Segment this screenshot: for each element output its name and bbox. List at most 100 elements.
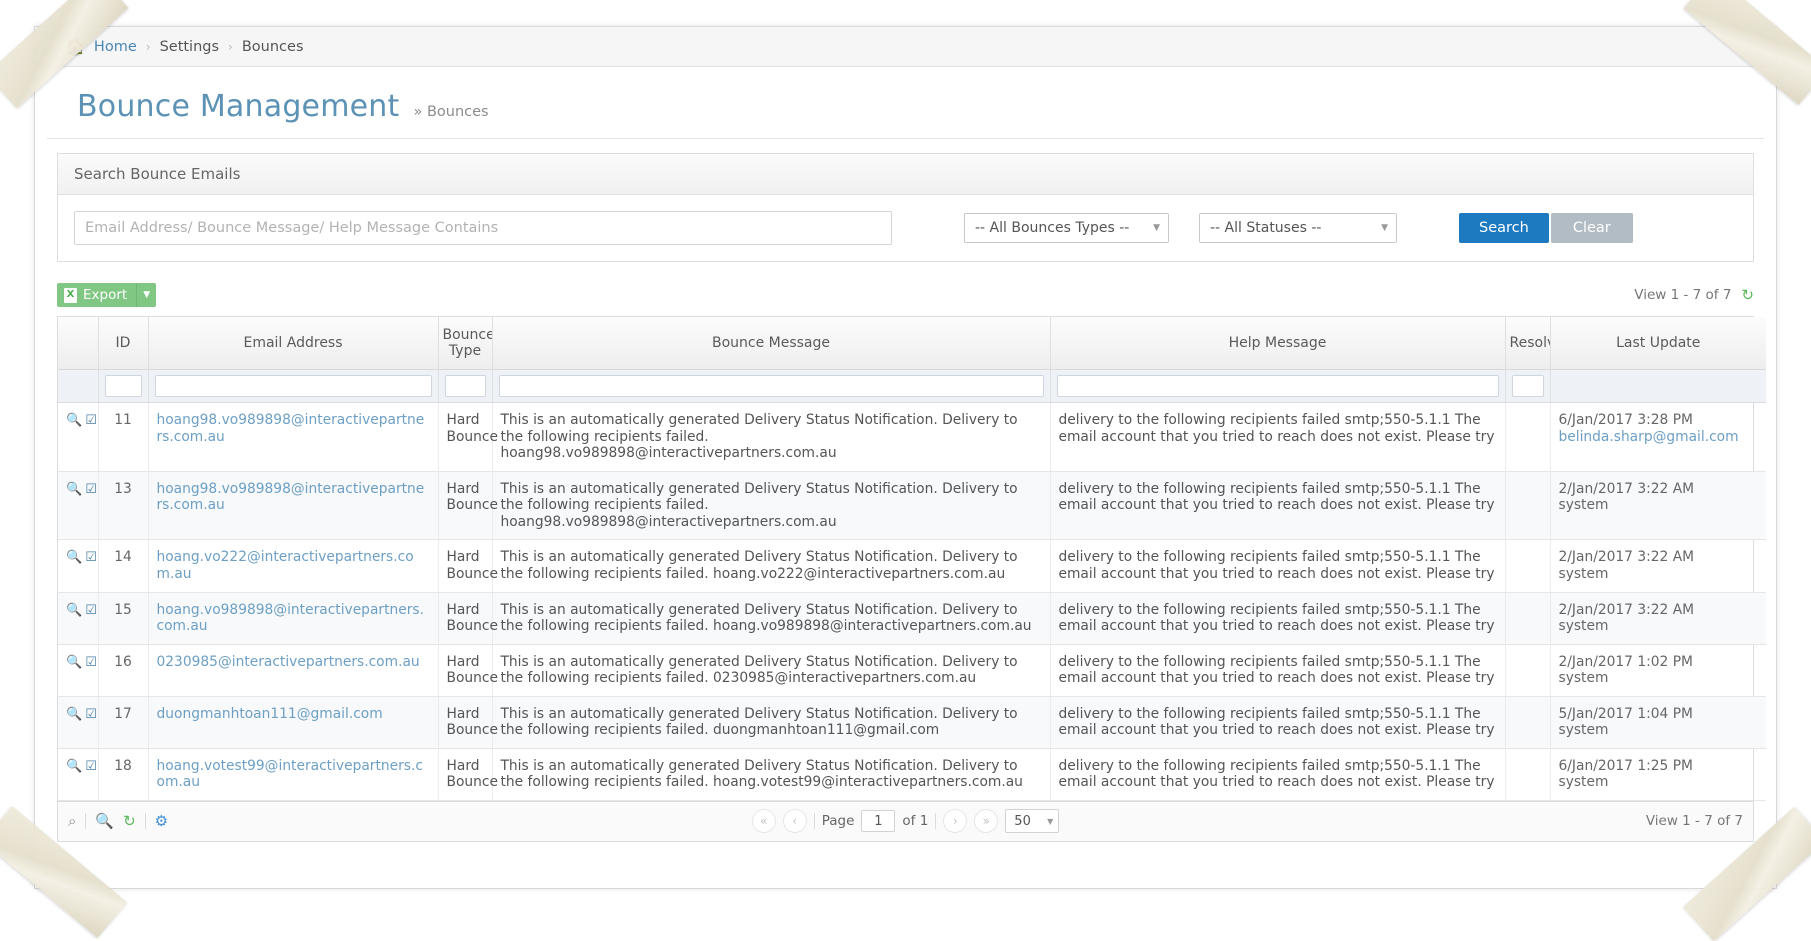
check-square-icon[interactable]: ☑ (85, 707, 97, 722)
bounce-grid: ID Email Address BounceType Bounce Messa… (57, 316, 1754, 802)
col-bounce-message[interactable]: Bounce Message (492, 317, 1050, 370)
export-button-main[interactable]: X Export (57, 283, 136, 307)
row-email-cell: hoang.vo989898@interactivepartners.com.a… (148, 592, 438, 644)
export-dropdown-caret-icon[interactable]: ▼ (136, 283, 156, 307)
table-row[interactable]: 🔍☑13 hoang98.vo989898@interactivepartners… (58, 471, 1766, 540)
page-prev-button[interactable]: ‹ (783, 809, 807, 833)
table-row[interactable]: 🔍☑14hoang.vo222@interactivepartners.com.… (58, 540, 1766, 592)
table-row[interactable]: 🔍☑18 hoang.votest99@interactivepartners.c… (58, 748, 1766, 800)
page-next-button[interactable]: › (943, 809, 967, 833)
magnifier-icon[interactable]: 🔍 (66, 707, 82, 722)
check-square-icon[interactable]: ☑ (85, 550, 97, 565)
filter-input-type[interactable] (445, 375, 486, 397)
col-email-address[interactable]: Email Address (148, 317, 438, 370)
bounce-type-select[interactable]: -- All Bounces Types -- ▼ (964, 213, 1169, 243)
row-id: 13 (98, 471, 148, 540)
last-update-date: 6/Jan/2017 1:25 PM (1559, 758, 1759, 775)
search-input[interactable] (74, 211, 892, 245)
table-row[interactable]: 🔍☑160230985@interactivepartners.com.auHa… (58, 644, 1766, 696)
search-panel-heading: Search Bounce Emails (58, 154, 1753, 195)
row-resolved (1505, 748, 1550, 800)
row-email-link[interactable]: 0230985@interactivepartners.com.au (157, 654, 420, 670)
page-label: Page (822, 813, 855, 829)
check-square-icon[interactable]: ☑ (85, 759, 97, 774)
export-button[interactable]: X Export ▼ (57, 283, 156, 307)
page-subtitle: » Bounces (413, 104, 488, 120)
clear-button[interactable]: Clear (1551, 213, 1633, 243)
check-square-icon[interactable]: ☑ (85, 413, 97, 428)
magnifier-icon[interactable]: 🔍 (66, 482, 82, 497)
refresh-icon[interactable]: ↻ (1741, 286, 1754, 304)
row-bounce-type: Hard Bounce (438, 696, 492, 748)
row-resolved (1505, 592, 1550, 644)
magnifier-icon[interactable]: 🔍 (66, 759, 82, 774)
table-row[interactable]: 🔍☑11hoang98.vo989898@interactivepartners… (58, 403, 1766, 472)
check-square-icon[interactable]: ☑ (85, 482, 97, 497)
breadcrumb-item-bounces[interactable]: Bounces (242, 39, 304, 55)
row-email-cell: duongmanhtoan111@gmail.com (148, 696, 438, 748)
page-title-bar: Bounce Management » Bounces (47, 67, 1764, 139)
row-id: 18 (98, 748, 148, 800)
status-select[interactable]: -- All Statuses -- ▼ (1199, 213, 1397, 243)
magnifier-icon[interactable]: 🔍 (66, 603, 82, 618)
check-square-icon[interactable]: ☑ (85, 603, 97, 618)
grid-footer: ⌕ 🔍 ↻ ⚙ « ‹ Page of 1 › » 50 ▼ View 1 - … (57, 802, 1754, 842)
table-row[interactable]: 🔍☑15hoang.vo989898@interactivepartners.c… (58, 592, 1766, 644)
check-square-icon[interactable]: ☑ (85, 655, 97, 670)
view-count-top: View 1 - 7 of 7 ↻ (1634, 286, 1754, 304)
row-bounce-type: Hard Bounce (438, 592, 492, 644)
breadcrumb-separator-2: › (228, 40, 233, 54)
breadcrumb-item-settings[interactable]: Settings (160, 39, 219, 55)
filter-input-resolved[interactable] (1512, 375, 1544, 397)
bounce-type-select-value: -- All Bounces Types -- (975, 220, 1129, 236)
breadcrumb-item-home[interactable]: Home (94, 39, 137, 55)
view-count-bottom: View 1 - 7 of 7 (1646, 813, 1743, 829)
col-resolved[interactable]: Resolve (1505, 317, 1550, 370)
page-first-button[interactable]: « (752, 809, 776, 833)
row-email-link[interactable]: hoang.votest99@interactivepartners.com.a… (157, 758, 423, 791)
col-last-update[interactable]: Last Update (1550, 317, 1766, 370)
row-bounce-type: Hard Bounce (438, 403, 492, 472)
magnifier-icon[interactable]: 🔍 (66, 413, 82, 428)
chevron-down-icon: ▼ (1153, 223, 1160, 233)
table-body: 🔍☑11hoang98.vo989898@interactivepartners… (58, 403, 1766, 801)
chevron-down-icon: ▼ (1381, 223, 1388, 233)
filter-input-bounce-message[interactable] (499, 375, 1044, 397)
last-update-user-link[interactable]: belinda.sharp@gmail.com (1559, 429, 1759, 446)
row-help-message: delivery to the following recipients fai… (1050, 696, 1505, 748)
page-size-select[interactable]: 50 ▼ (1005, 809, 1059, 833)
col-help-message[interactable]: Help Message (1050, 317, 1505, 370)
row-bounce-message: This is an automatically generated Deliv… (492, 592, 1050, 644)
row-resolved (1505, 471, 1550, 540)
row-email-link[interactable]: hoang.vo989898@interactivepartners.com.a… (157, 602, 424, 635)
magnifier-icon[interactable]: 🔍 (66, 655, 82, 670)
row-bounce-message: This is an automatically generated Deliv… (492, 748, 1050, 800)
row-email-link[interactable]: hoang98.vo989898@interactivepartners.com… (157, 412, 425, 445)
col-id[interactable]: ID (98, 317, 148, 370)
page-number-input[interactable] (861, 810, 895, 832)
pager-divider-2 (935, 813, 936, 829)
row-last-update: 6/Jan/2017 1:25 PMsystem (1550, 748, 1766, 800)
filter-input-help-message[interactable] (1057, 375, 1499, 397)
page-last-button[interactable]: » (974, 809, 998, 833)
last-update-date: 2/Jan/2017 1:02 PM (1559, 654, 1759, 671)
row-last-update: 2/Jan/2017 3:22 AMsystem (1550, 592, 1766, 644)
filter-input-id[interactable] (105, 375, 142, 397)
search-button[interactable]: Search (1459, 213, 1549, 243)
status-select-value: -- All Statuses -- (1210, 220, 1321, 236)
row-email-link[interactable]: hoang.vo222@interactivepartners.com.au (157, 549, 414, 582)
row-email-link[interactable]: hoang98.vo989898@interactivepartners.com… (157, 481, 425, 514)
row-actions-cell: 🔍☑ (58, 748, 98, 800)
row-bounce-type: Hard Bounce (438, 471, 492, 540)
magnifier-icon[interactable]: 🔍 (66, 550, 82, 565)
row-id: 16 (98, 644, 148, 696)
bounce-table: ID Email Address BounceType Bounce Messa… (58, 317, 1766, 801)
row-email-link[interactable]: duongmanhtoan111@gmail.com (157, 706, 383, 722)
row-bounce-type: Hard Bounce (438, 540, 492, 592)
table-row[interactable]: 🔍☑17duongmanhtoan111@gmail.comHard Bounc… (58, 696, 1766, 748)
col-bounce-type[interactable]: BounceType (438, 317, 492, 370)
filter-cell-resolved (1505, 370, 1550, 403)
filter-input-email[interactable] (155, 375, 432, 397)
row-bounce-type: Hard Bounce (438, 748, 492, 800)
row-bounce-message: This is an automatically generated Deliv… (492, 540, 1050, 592)
